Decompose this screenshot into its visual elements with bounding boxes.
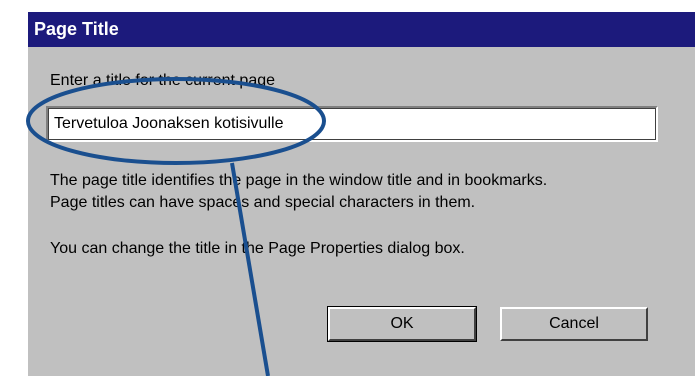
title-prompt-label: Enter a title for the current page <box>50 72 276 89</box>
description-line-2: Page titles can have spaces and special … <box>50 194 476 211</box>
description-line-1: The page title identifies the page in th… <box>50 172 548 189</box>
page-properties-hint: You can change the title in the Page Pro… <box>50 240 465 257</box>
ok-button[interactable]: OK <box>327 306 477 342</box>
page-title-dialog: Page Title Enter a title for the current… <box>26 10 695 376</box>
cancel-button[interactable]: Cancel <box>500 307 648 341</box>
page-title-input[interactable] <box>46 106 658 142</box>
dialog-title-bar[interactable]: Page Title <box>28 12 695 47</box>
